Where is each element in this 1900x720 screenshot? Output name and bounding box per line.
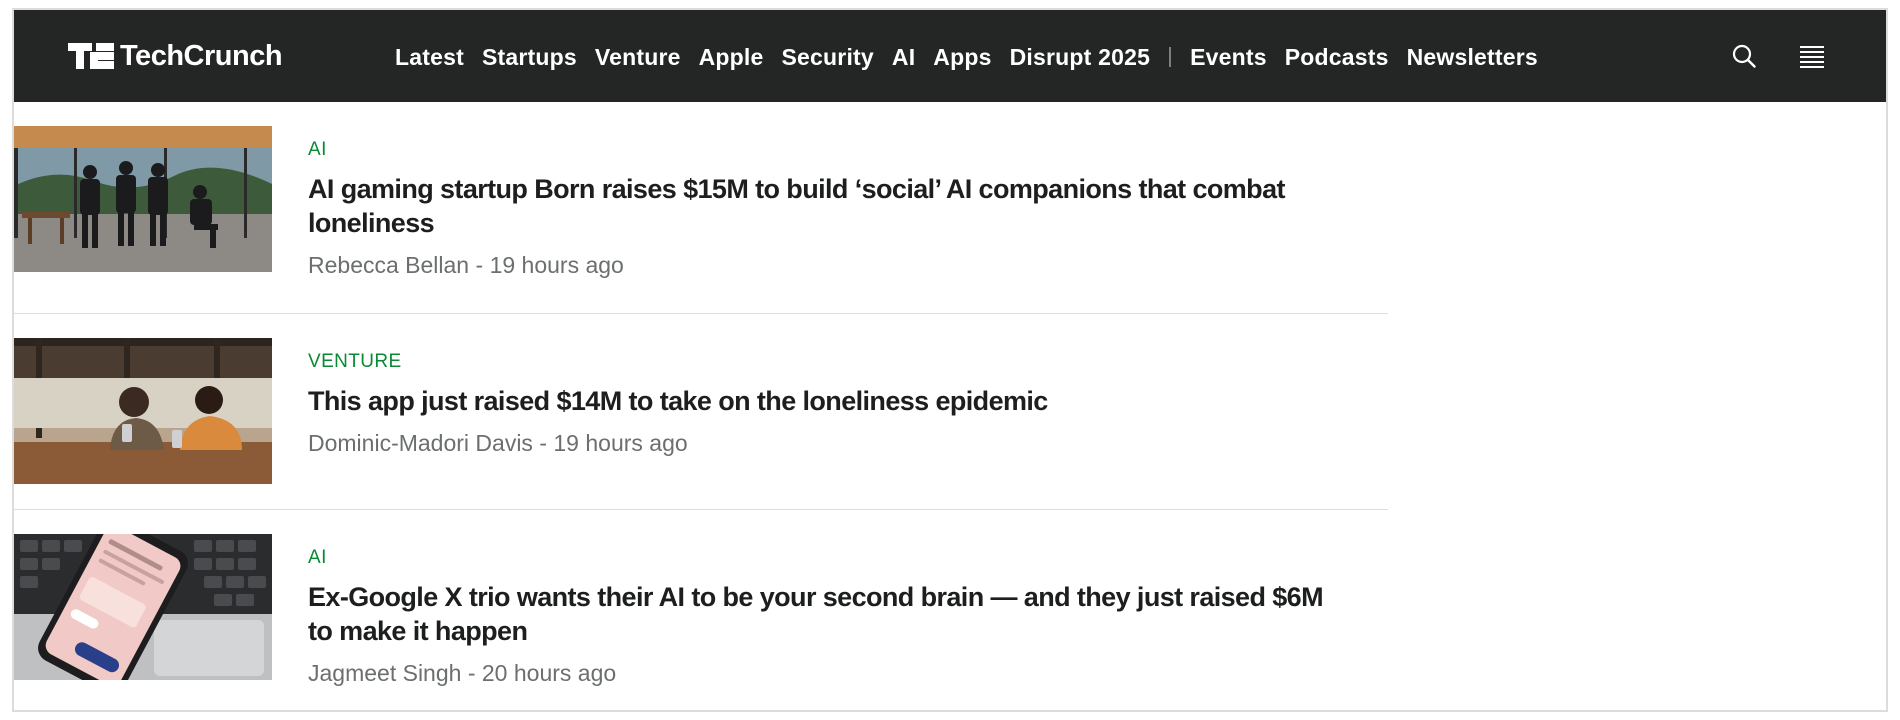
logo-wordmark: TechCrunch [120, 39, 283, 72]
nav-item-startups[interactable]: Startups [473, 44, 586, 71]
timestamp: 19 hours ago [553, 430, 688, 456]
article-thumbnail-friends-phones[interactable] [14, 338, 272, 484]
techcrunch-logo[interactable]: TechCrunch [68, 38, 283, 74]
nav-item-ai[interactable]: AI [883, 44, 924, 71]
nav-item-security[interactable]: Security [773, 44, 883, 71]
nav-item-latest[interactable]: Latest [386, 44, 473, 71]
search-button[interactable] [1726, 38, 1762, 74]
article-headline[interactable]: AI gaming startup Born raises $15M to bu… [308, 172, 1348, 240]
nav-item-podcasts[interactable]: Podcasts [1276, 44, 1398, 71]
timestamp: 19 hours ago [489, 252, 624, 278]
article-text: AI AI gaming startup Born raises $15M to… [308, 138, 1348, 280]
article-byline: Rebecca Bellan - 19 hours ago [308, 250, 1348, 280]
article-thumbnail-phone-keyboard[interactable] [14, 534, 272, 680]
primary-menu: Latest Startups Venture Apple Security A… [386, 40, 1547, 74]
article-headline[interactable]: This app just raised $14M to take on the… [308, 384, 1348, 418]
main-menu-button[interactable] [1794, 38, 1830, 74]
article-card: AI AI gaming startup Born raises $15M to… [14, 102, 1388, 314]
friends-with-phones-image [14, 338, 272, 484]
hamburger-menu-icon [1800, 46, 1824, 68]
nav-item-apple[interactable]: Apple [690, 44, 773, 71]
article-card: VENTURE This app just raised $14M to tak… [14, 314, 1388, 510]
category-label[interactable]: AI [308, 546, 1348, 570]
article-byline: Jagmeet Singh - 20 hours ago [308, 658, 1348, 688]
article-byline: Dominic-Madori Davis - 19 hours ago [308, 428, 1348, 458]
byline-separator: - [469, 252, 490, 278]
article-list: AI AI gaming startup Born raises $15M to… [14, 102, 1388, 710]
techcrunch-logo-icon [68, 43, 114, 69]
author-name[interactable]: Rebecca Bellan [308, 252, 469, 278]
nav-item-apps[interactable]: Apps [924, 44, 1000, 71]
byline-separator: - [532, 430, 554, 456]
article-text: AI Ex-Google X trio wants their AI to be… [308, 546, 1348, 688]
article-text: VENTURE This app just raised $14M to tak… [308, 350, 1348, 458]
nav-separator [1169, 47, 1172, 67]
category-label[interactable]: VENTURE [308, 350, 1348, 374]
article-card: AI Ex-Google X trio wants their AI to be… [14, 510, 1388, 710]
category-label[interactable]: AI [308, 138, 1348, 162]
nav-item-disrupt-2025[interactable]: Disrupt 2025 [1001, 44, 1159, 71]
search-icon [1732, 44, 1756, 68]
byline-separator: - [461, 660, 482, 686]
author-name[interactable]: Jagmeet Singh [308, 660, 461, 686]
author-name[interactable]: Dominic-Madori Davis [308, 430, 533, 456]
browser-viewport: TechCrunch Latest Startups Venture Apple… [12, 8, 1888, 712]
article-thumbnail-born-team[interactable] [14, 126, 272, 272]
team-photo-image [14, 126, 272, 272]
timestamp: 20 hours ago [481, 660, 617, 686]
nav-item-events[interactable]: Events [1181, 44, 1276, 71]
article-headline[interactable]: Ex-Google X trio wants their AI to be yo… [308, 580, 1348, 648]
phone-on-laptop-image [14, 534, 272, 680]
nav-item-venture[interactable]: Venture [586, 44, 690, 71]
nav-item-newsletters[interactable]: Newsletters [1398, 44, 1547, 71]
top-navigation-bar: TechCrunch Latest Startups Venture Apple… [14, 10, 1886, 102]
